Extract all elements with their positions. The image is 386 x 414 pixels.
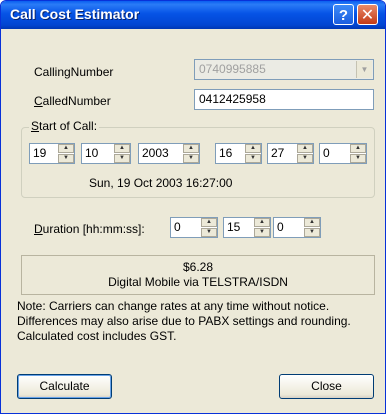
calling-number-value: 0740995885 (199, 62, 266, 76)
carrier-description: Digital Mobile via TELSTRA/ISDN (108, 275, 288, 289)
start-of-call-legend: Start of Call: (29, 119, 100, 133)
calling-number-combo: 0740995885 ▼ (194, 59, 374, 80)
window-title: Call Cost Estimator (10, 6, 140, 22)
hour-spinner[interactable]: 16 ▲ ▼ (215, 143, 262, 164)
month-spinner[interactable]: 10 ▲ ▼ (81, 143, 131, 164)
spin-up-icon[interactable]: ▲ (304, 218, 320, 227)
call-cost-estimator-window: Call Cost Estimator ? ✕ CallingNumber 07… (0, 0, 386, 414)
close-window-button[interactable]: ✕ (357, 4, 378, 25)
rates-note: Note: Carriers can change rates at any t… (17, 299, 351, 343)
called-number-label: CalledNumber (34, 94, 111, 108)
duration-seconds-spinner[interactable]: 0 ▲ ▼ (273, 217, 321, 238)
close-button[interactable]: Close (279, 374, 374, 399)
spin-down-icon[interactable]: ▼ (183, 154, 199, 163)
day-spinner[interactable]: 19 ▲ ▼ (29, 143, 75, 164)
spin-up-icon[interactable]: ▲ (58, 144, 74, 153)
spin-up-icon[interactable]: ▲ (254, 218, 270, 227)
start-datetime-summary: Sun, 19 Oct 2003 16:27:00 (89, 176, 233, 190)
spin-down-icon[interactable]: ▼ (58, 154, 74, 163)
estimated-cost: $6.28 (182, 260, 214, 274)
spin-down-icon[interactable]: ▼ (297, 154, 313, 163)
spin-up-icon[interactable]: ▲ (114, 144, 130, 153)
year-spinner[interactable]: 2003 ▲ ▼ (138, 143, 200, 164)
spin-up-icon[interactable]: ▲ (350, 144, 366, 153)
chevron-down-icon: ▼ (356, 61, 372, 78)
result-panel: $6.28 Digital Mobile via TELSTRA/ISDN (21, 255, 375, 295)
second-spinner[interactable]: 0 ▲ ▼ (319, 143, 367, 164)
spin-down-icon[interactable]: ▼ (254, 228, 270, 237)
help-button[interactable]: ? (333, 4, 354, 25)
spin-down-icon[interactable]: ▼ (201, 228, 217, 237)
duration-minutes-spinner[interactable]: 15 ▲ ▼ (223, 217, 271, 238)
title-bar[interactable]: Call Cost Estimator ? ✕ (1, 1, 385, 29)
spin-up-icon[interactable]: ▲ (201, 218, 217, 227)
spin-down-icon[interactable]: ▼ (350, 154, 366, 163)
spin-up-icon[interactable]: ▲ (183, 144, 199, 153)
spin-down-icon[interactable]: ▼ (245, 154, 261, 163)
duration-hours-spinner[interactable]: 0 ▲ ▼ (170, 217, 218, 238)
calling-number-label: CallingNumber (34, 65, 114, 79)
spin-up-icon[interactable]: ▲ (297, 144, 313, 153)
spin-up-icon[interactable]: ▲ (245, 144, 261, 153)
minute-spinner[interactable]: 27 ▲ ▼ (267, 143, 314, 164)
spin-down-icon[interactable]: ▼ (304, 228, 320, 237)
calculate-button[interactable]: Calculate (17, 374, 112, 399)
called-number-input[interactable]: 0412425958 (194, 89, 374, 110)
duration-label: Duration [hh:mm:ss]: (34, 222, 145, 236)
spin-down-icon[interactable]: ▼ (114, 154, 130, 163)
